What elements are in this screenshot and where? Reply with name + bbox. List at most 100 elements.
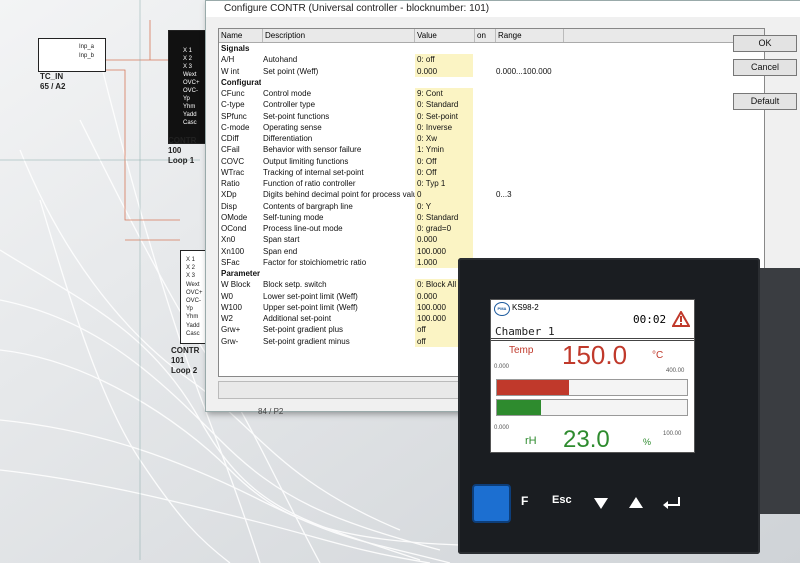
param-value [415, 43, 473, 54]
col-value-header[interactable]: Value [415, 29, 475, 42]
enter-key-icon[interactable] [662, 496, 682, 512]
table-row[interactable]: Disp Contents of bargraph line 0: Y [219, 200, 764, 212]
param-on [475, 156, 495, 167]
chamber-title: Chamber 1 [495, 325, 555, 338]
param-value[interactable]: 0: Standard [415, 99, 473, 111]
param-value[interactable]: 0: grad=0 [415, 223, 473, 235]
param-range: 0...3 [496, 190, 512, 200]
port-label: X 2 [186, 265, 196, 272]
table-row[interactable]: Xn100 Span end 100.000 [219, 245, 764, 257]
table-row[interactable]: CFail Behavior with sensor failure 1: Ymin [219, 144, 764, 156]
esc-key[interactable]: Esc [552, 494, 572, 506]
pv-bar [496, 379, 688, 396]
table-row[interactable]: W int Set point (Weff) 0.000 0.000...100.00… [219, 65, 764, 77]
param-value[interactable]: 0: Set-point [415, 110, 473, 122]
table-row[interactable]: Ratio Function of ratio controller 0: Typ … [219, 178, 764, 190]
up-arrow-key-icon[interactable] [628, 496, 644, 510]
cancel-button[interactable]: Cancel [733, 59, 797, 76]
param-value[interactable]: 0.000 [415, 234, 473, 246]
param-range [496, 111, 562, 122]
param-on [475, 66, 495, 77]
param-value[interactable]: 0.000 [415, 65, 473, 77]
table-row[interactable]: CFunc Control mode 9: Cont [219, 88, 764, 100]
param-value[interactable]: 100.000 [415, 245, 473, 257]
param-value[interactable]: 0: Typ 1 [415, 178, 473, 190]
function-key-blue[interactable] [472, 484, 511, 523]
param-value[interactable]: 0: Xw [415, 133, 473, 145]
param-name: Signals [221, 44, 250, 53]
pma-logo: PMA [494, 302, 510, 316]
sv-max: 100.00 [663, 431, 682, 437]
param-description: Span end [263, 246, 298, 256]
ok-button[interactable]: OK [733, 35, 797, 52]
param-description: Factor for stoichiometric ratio [263, 257, 367, 267]
param-range [496, 156, 562, 167]
param-description [263, 77, 415, 88]
param-value[interactable]: 0: Off [415, 155, 473, 167]
param-value[interactable]: 9: Cont [415, 88, 473, 100]
param-value[interactable]: 0: Inverse [415, 121, 473, 133]
param-description: Function of ratio controller [263, 179, 356, 188]
param-range [496, 54, 562, 65]
param-value[interactable]: 0: off [415, 54, 473, 66]
table-row[interactable]: XDp Digits behind decimal point for proce… [219, 189, 764, 201]
param-description: Autohand [263, 55, 298, 65]
default-button[interactable]: Default [733, 93, 797, 110]
param-on [475, 77, 495, 88]
param-name: W100 [221, 302, 242, 312]
device-side-panel [760, 268, 800, 514]
contr-block-1[interactable]: X 1 X 2 X 3 Wext OVC+ OVC- Yp Yhm Yadd C… [168, 30, 210, 144]
table-row[interactable]: OCond Process line-out mode 0: grad=0 [219, 223, 764, 235]
port-label: Yhm [183, 104, 196, 110]
port-label: X 3 [186, 273, 196, 280]
param-description: Process line-out mode [263, 224, 343, 233]
table-row[interactable]: WTrac Tracking of internal set-point 0: Of… [219, 166, 764, 178]
table-section-row: Configurations [219, 77, 764, 88]
param-range [496, 133, 562, 144]
table-row[interactable]: C-type Controller type 0: Standard [219, 99, 764, 111]
col-range-header[interactable]: Range [496, 29, 564, 42]
col-desc-header[interactable]: Description [263, 29, 415, 42]
device-model: KS98-2 [512, 303, 539, 312]
param-name: WTrac [221, 167, 245, 177]
block-sub: 65 / A2 [40, 82, 66, 91]
param-value[interactable]: 1: Ymin [415, 144, 473, 156]
param-on [475, 189, 495, 200]
param-name: C-mode [221, 122, 250, 132]
param-range [496, 99, 562, 110]
param-range [496, 167, 562, 178]
table-row[interactable]: COVC Output limiting functions 0: Off [219, 155, 764, 167]
param-name: C-type [221, 100, 245, 110]
table-row[interactable]: A/H Autohand 0: off [219, 54, 764, 66]
param-value[interactable]: 0: Off [415, 166, 473, 178]
port-label: X 3 [183, 64, 193, 70]
table-row[interactable]: OMode Self-tuning mode 0: Standard [219, 211, 764, 223]
param-description: Span start [263, 235, 300, 245]
table-row[interactable]: Xn0 Span start 0.000 [219, 234, 764, 246]
table-row[interactable]: C-mode Operating sense 0: Inverse [219, 121, 764, 133]
col-on-header[interactable]: on [475, 29, 496, 42]
param-description: Operating sense [263, 122, 322, 132]
param-on [475, 246, 495, 257]
f-key[interactable]: F [521, 494, 528, 508]
block-loop: Loop 2 [171, 366, 198, 375]
port-label: OVC+ [183, 80, 200, 86]
contr-1-label: CONTR 100 Loop 1 [168, 136, 196, 166]
pv-max: 400.00 [666, 368, 685, 374]
table-row[interactable]: SPfunc Set-point functions 0: Set-point [219, 110, 764, 122]
param-value[interactable]: 0: Standard [415, 211, 473, 223]
port-label: X 2 [183, 56, 193, 62]
col-name-header[interactable]: Name [219, 29, 263, 42]
down-arrow-key-icon[interactable] [593, 496, 609, 510]
param-value[interactable]: 0 [415, 189, 473, 201]
param-description: Set-point gradient plus [263, 325, 344, 335]
port-label: Yadd [183, 112, 197, 118]
param-description: Set-point gradient minus [263, 336, 350, 346]
pv-value: 150.0 [562, 340, 628, 370]
param-name: Ratio [221, 179, 240, 188]
param-name: Configurations [221, 77, 261, 87]
param-value[interactable]: 0: Y [415, 200, 473, 212]
table-row[interactable]: CDiff Differentiation 0: Xw [219, 133, 764, 145]
port-label: Wext [186, 281, 200, 288]
tc-in-block[interactable]: Inp_a Inp_b [38, 38, 106, 72]
